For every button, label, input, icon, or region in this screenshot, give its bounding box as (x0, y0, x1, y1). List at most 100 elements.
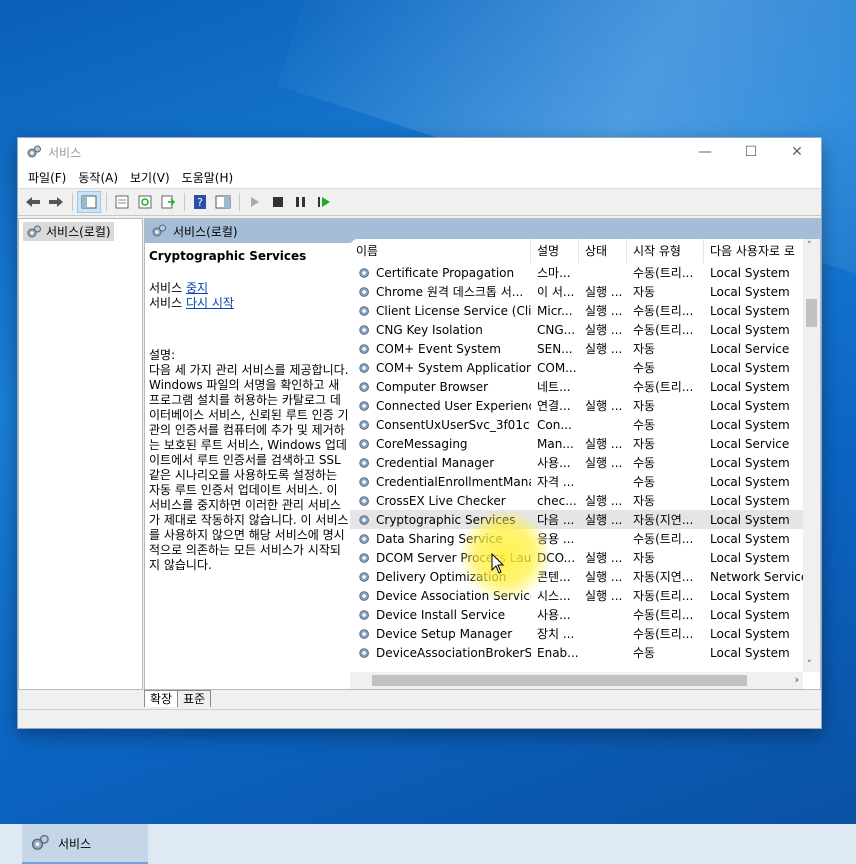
table-row[interactable]: ConsentUxUserSvc_3f01c Con... 수동 Local Syst… (350, 415, 820, 434)
table-row[interactable]: Delivery Optimization 콘텐... 실행 ... 자동(지연...… (350, 567, 820, 586)
tab-extended[interactable]: 확장 (144, 690, 179, 707)
table-row[interactable]: Cryptographic Services 다음 ... 실행 ... 자동(지연.… (350, 510, 820, 529)
play-icon (251, 197, 259, 207)
menu-help[interactable]: 도움말(H) (176, 169, 240, 186)
table-row[interactable]: Credential Manager 사용... 실행 ... 수동 Local Sys… (350, 453, 820, 472)
taskbar-item-services[interactable]: 서비스 (22, 824, 148, 864)
table-row[interactable]: Client License Service (Clip... Micr... 실행… (350, 301, 820, 320)
cell-logon-as: Local System (710, 360, 790, 375)
scroll-up-icon: ˄ (807, 241, 812, 251)
column-header-logon-as[interactable]: 다음 사용자로 로 (704, 239, 814, 263)
pause-service-button[interactable] (290, 192, 312, 212)
cell-startup-type: 수동 (633, 418, 656, 432)
cell-startup-type: 수동(트리... (633, 608, 694, 622)
cell-logon-as: Local System (710, 398, 790, 413)
cell-name: Credential Manager (350, 456, 531, 470)
table-row[interactable]: Data Sharing Service 응용 ... 수동(트리... Local … (350, 529, 820, 548)
service-name: DeviceAssociationBrokerSv... (376, 645, 531, 660)
maximize-button[interactable]: ☐ (728, 138, 774, 166)
menu-action[interactable]: 동작(A) (72, 169, 124, 186)
cell-status: 실행 ... (585, 570, 623, 584)
window-title: 서비스 (48, 145, 82, 160)
cell-status: 실행 ... (585, 513, 623, 527)
back-arrow-icon (26, 197, 40, 207)
forward-arrow-icon (49, 197, 63, 207)
table-row[interactable]: DeviceAssociationBrokerSv... Enab... 수동 Loc… (350, 643, 820, 662)
cell-startup-type: 자동(트리... (633, 589, 694, 603)
title-bar[interactable]: 서비스 — ☐ ✕ (18, 138, 821, 166)
tree-node-services-local[interactable]: 서비스(로컬) (23, 222, 114, 241)
stop-service-button[interactable] (267, 192, 289, 212)
scroll-right-icon: › (794, 673, 799, 686)
tab-standard[interactable]: 표준 (177, 690, 212, 707)
list-rows: Certificate Propagation 스마... 수동(트리... Loca… (350, 263, 820, 662)
show-hide-action-pane-button[interactable] (212, 192, 234, 212)
service-gear-icon (359, 647, 369, 658)
table-row[interactable]: CoreMessaging Man... 실행 ... 자동 Local Service (350, 434, 820, 453)
services-gear-icon (27, 225, 41, 237)
scroll-down-icon: ˅ (807, 660, 812, 670)
horizontal-scroll-thumb[interactable] (372, 675, 747, 686)
cell-logon-as: Local System (710, 379, 790, 394)
refresh-button[interactable] (134, 192, 156, 212)
toolbar-separator (106, 193, 107, 211)
cell-startup-type: 수동(트리... (633, 323, 694, 337)
stop-service-link[interactable]: 중지 (186, 281, 208, 295)
cell-status: 실행 ... (585, 551, 623, 565)
show-console-tree-button[interactable] (77, 191, 101, 213)
cell-startup-type: 자동(지연... (633, 513, 694, 527)
services-gear-icon (31, 834, 49, 850)
help-button[interactable]: ? (189, 192, 211, 212)
cell-name: CrossEX Live Checker (350, 494, 531, 508)
column-header-description[interactable]: 설명 (531, 239, 579, 263)
column-header-startup-type[interactable]: 시작 유형 (627, 239, 704, 263)
properties-button[interactable] (111, 192, 133, 212)
table-row[interactable]: CrossEX Live Checker chec... 실행 ... 자동 Local… (350, 491, 820, 510)
column-header-name[interactable]: 이름 (350, 239, 531, 263)
column-header-status[interactable]: 상태 (579, 239, 627, 263)
horizontal-scrollbar[interactable]: › (350, 672, 803, 689)
service-name: Computer Browser (376, 379, 489, 394)
cell-logon-as: Local System (710, 550, 790, 565)
minimize-button[interactable]: — (682, 138, 728, 166)
menu-view[interactable]: 보기(V) (124, 169, 176, 186)
vertical-scroll-thumb[interactable] (806, 299, 817, 327)
service-name: Certificate Propagation (376, 265, 515, 280)
restart-service-button[interactable] (313, 192, 335, 212)
cell-status: 실행 ... (585, 437, 623, 451)
cell-logon-as: Local System (710, 531, 790, 546)
table-row[interactable]: Chrome 원격 데스크톱 서... 이 서... 실행 ... 자동 Local S… (350, 282, 820, 301)
back-button[interactable] (22, 192, 44, 212)
table-row[interactable]: CredentialEnrollmentMana... 자격 ... 수동 Local… (350, 472, 820, 491)
export-list-button[interactable] (157, 192, 179, 212)
services-window: 서비스 — ☐ ✕ 파일(F) 동작(A) 보기(V) 도움말(H) ? 서비스… (17, 137, 822, 729)
table-row[interactable]: Connected User Experience... 연결... 실행 ... 자… (350, 396, 820, 415)
table-row[interactable]: CNG Key Isolation CNG... 실행 ... 수동(트리... Loc… (350, 320, 820, 339)
close-button[interactable]: ✕ (774, 138, 820, 166)
table-row[interactable]: Computer Browser 네트... 수동(트리... Local Syste… (350, 377, 820, 396)
taskbar: 서비스 (0, 824, 856, 864)
table-row[interactable]: COM+ System Application COM... 수동 Local Sys… (350, 358, 820, 377)
table-row[interactable]: DCOM Server Process Lau... DCO... 실행 ... 자동… (350, 548, 820, 567)
start-service-button[interactable] (244, 192, 266, 212)
cell-name: Device Setup Manager (350, 627, 531, 641)
vertical-scrollbar[interactable]: ˄ ˅ (803, 239, 820, 672)
cell-name: CNG Key Isolation (350, 323, 531, 337)
cell-logon-as: Local System (710, 607, 790, 622)
stop-icon (273, 197, 283, 207)
cell-startup-type: 수동(트리... (633, 380, 694, 394)
cell-logon-as: Local Service (710, 341, 790, 356)
restart-service-link[interactable]: 다시 시작 (186, 296, 234, 310)
menu-file[interactable]: 파일(F) (22, 169, 72, 186)
table-row[interactable]: Device Install Service 사용... 수동(트리... Local… (350, 605, 820, 624)
table-row[interactable]: Device Association Service 시스... 실행 ... 자동(… (350, 586, 820, 605)
cell-logon-as: Local System (710, 512, 790, 527)
forward-button[interactable] (45, 192, 67, 212)
table-row[interactable]: Certificate Propagation 스마... 수동(트리... Loca… (350, 263, 820, 282)
cell-status: 실행 ... (585, 285, 623, 299)
pause-icon (296, 197, 305, 207)
table-row[interactable]: COM+ Event System SEN... 실행 ... 자동 Local Ser… (350, 339, 820, 358)
cell-description: Micr... (537, 303, 573, 318)
cell-logon-as: Local System (710, 455, 790, 470)
table-row[interactable]: Device Setup Manager 장치 ... 수동(트리... Local … (350, 624, 820, 643)
